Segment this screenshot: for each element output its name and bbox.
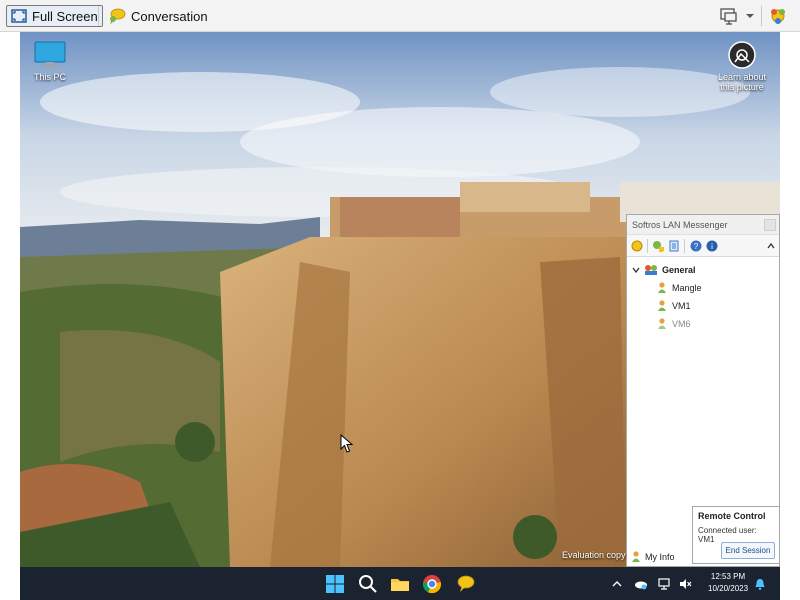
history-icon[interactable] xyxy=(668,240,680,252)
notification-bell-icon[interactable] xyxy=(753,577,767,591)
messenger-toolbar: ? i xyxy=(627,235,779,257)
toolbar-divider xyxy=(647,239,648,253)
evaluation-watermark: Evaluation copy xyxy=(562,550,626,560)
contact-item[interactable]: VM6 xyxy=(657,318,691,330)
network-icon[interactable] xyxy=(658,577,672,591)
mouse-cursor-icon xyxy=(340,434,354,453)
clock-date: 10/20/2023 xyxy=(708,584,749,593)
group-name: General xyxy=(662,265,696,275)
conversation-button[interactable]: Conversation xyxy=(104,5,212,27)
messenger-title: Softros LAN Messenger xyxy=(632,220,728,230)
svg-text:i: i xyxy=(711,242,713,251)
toolbar-divider xyxy=(684,239,685,253)
my-info-button[interactable]: My Info xyxy=(631,551,675,563)
learn-line-1: Learn about xyxy=(717,72,767,82)
help-icon[interactable]: ? xyxy=(690,240,702,252)
this-pc-label: This PC xyxy=(33,72,66,82)
full-screen-label: Full Screen xyxy=(32,8,98,24)
status-icon[interactable] xyxy=(631,240,643,252)
learn-line-2: this picture xyxy=(720,82,764,92)
taskbar: 12:53 PM 10/20/2023 xyxy=(20,567,780,600)
contact-name: VM6 xyxy=(672,319,691,329)
user-icon xyxy=(632,551,640,562)
contact-name: VM1 xyxy=(672,301,691,311)
viewer-toolbar: Full Screen Conversation xyxy=(0,0,800,32)
full-screen-icon xyxy=(11,9,27,23)
chevron-up-icon[interactable] xyxy=(765,240,777,252)
group-general[interactable]: General xyxy=(631,264,696,276)
camera-icon xyxy=(728,41,756,69)
group-icon xyxy=(645,265,657,275)
add-contact-icon[interactable] xyxy=(652,240,664,252)
search-icon[interactable] xyxy=(357,573,379,595)
toolbar-divider xyxy=(98,6,99,26)
file-explorer-icon[interactable] xyxy=(389,573,411,595)
chevron-down-icon[interactable] xyxy=(744,9,756,23)
user-online-icon xyxy=(658,282,666,293)
end-session-button[interactable]: End Session xyxy=(721,542,775,559)
my-info-label: My Info xyxy=(645,552,675,562)
messenger-taskbar-icon[interactable] xyxy=(454,573,476,595)
remote-desktop[interactable]: This PC Learn about this picture Softros… xyxy=(20,32,780,600)
remote-control-popup: Remote Control Connected user: VM1 End S… xyxy=(692,506,780,564)
chrome-icon[interactable] xyxy=(421,573,443,595)
contact-item[interactable]: VM1 xyxy=(657,300,691,312)
messenger-title-bar[interactable]: Softros LAN Messenger xyxy=(627,215,779,235)
contact-item[interactable]: Mangle xyxy=(657,282,702,294)
svg-text:?: ? xyxy=(694,242,699,251)
system-clock[interactable]: 12:53 PM 10/20/2023 xyxy=(708,571,748,595)
chevron-down-icon[interactable] xyxy=(631,265,641,275)
monitor-icon xyxy=(34,41,66,68)
user-offline-icon xyxy=(658,318,666,329)
conversation-icon xyxy=(110,8,126,24)
contact-name: Mangle xyxy=(672,283,702,293)
monitor-select-icon[interactable] xyxy=(718,6,740,26)
onedrive-icon[interactable] xyxy=(634,577,648,591)
close-icon[interactable] xyxy=(764,219,776,231)
chevron-up-icon[interactable] xyxy=(610,577,624,591)
remote-control-title: Remote Control xyxy=(698,511,766,521)
info-icon[interactable]: i xyxy=(706,240,718,252)
user-online-icon xyxy=(658,300,666,311)
full-screen-button[interactable]: Full Screen xyxy=(6,5,103,27)
clock-time: 12:53 PM xyxy=(710,572,746,581)
volume-muted-icon[interactable] xyxy=(678,577,692,591)
this-pc-shortcut[interactable]: This PC xyxy=(28,40,72,82)
learn-about-picture-shortcut[interactable]: Learn about this picture xyxy=(712,40,772,92)
toolbar-divider xyxy=(761,6,762,26)
messenger-icon[interactable] xyxy=(768,6,788,26)
conversation-label: Conversation xyxy=(131,8,208,24)
windows-start-icon[interactable] xyxy=(324,573,346,595)
